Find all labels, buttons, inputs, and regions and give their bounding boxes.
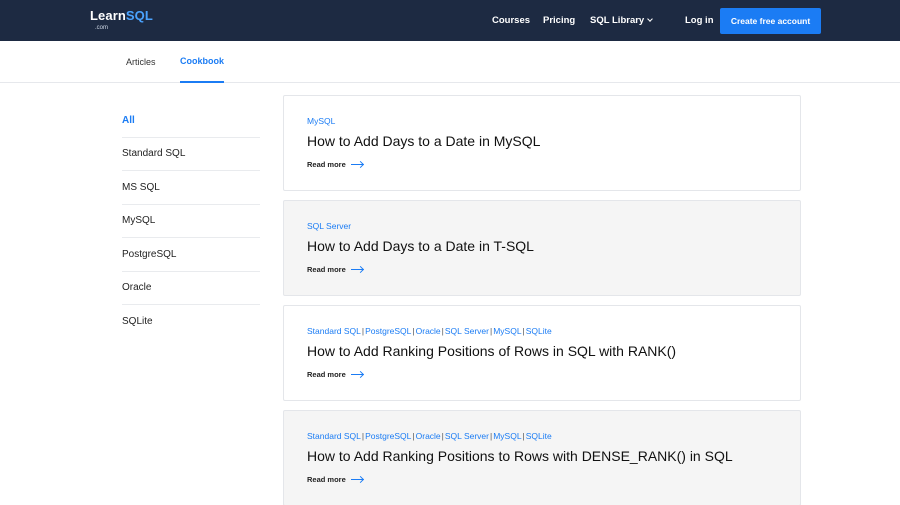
- card-title[interactable]: How to Add Days to a Date in T-SQL: [307, 238, 534, 254]
- nav-sql-library-label: SQL Library: [590, 15, 645, 26]
- read-more-label: Read more: [307, 160, 346, 169]
- cookbook-card[interactable]: Standard SQL|PostgreSQL|Oracle|SQL Serve…: [283, 410, 801, 505]
- card-title[interactable]: How to Add Days to a Date in MySQL: [307, 133, 540, 149]
- sidebar-item-postgresql[interactable]: PostgreSQL: [122, 238, 260, 272]
- read-more-label: Read more: [307, 265, 346, 274]
- nav-pricing-link[interactable]: Pricing: [543, 15, 575, 26]
- tag-link[interactable]: PostgreSQL: [365, 431, 411, 441]
- sidebar-item-standard-sql[interactable]: Standard SQL: [122, 138, 260, 171]
- card-title[interactable]: How to Add Ranking Positions of Rows in …: [307, 343, 676, 359]
- tag-link[interactable]: Standard SQL: [307, 326, 361, 336]
- logo-text: Learn: [90, 8, 126, 23]
- card-tags: Standard SQL|PostgreSQL|Oracle|SQL Serve…: [307, 326, 552, 336]
- tag-link[interactable]: Oracle: [416, 326, 441, 336]
- read-more-link[interactable]: Read more: [307, 265, 364, 274]
- read-more-label: Read more: [307, 475, 346, 484]
- tag-link[interactable]: Standard SQL: [307, 431, 361, 441]
- tab-cookbook[interactable]: Cookbook: [180, 41, 224, 83]
- cookbook-card[interactable]: SQL Server How to Add Days to a Date in …: [283, 200, 801, 296]
- nav-courses-link[interactable]: Courses: [492, 15, 530, 26]
- logo-subtext: .com: [95, 25, 109, 31]
- sidebar-item-mysql[interactable]: MySQL: [122, 205, 260, 238]
- tag-link[interactable]: SQLite: [526, 326, 552, 336]
- tag-link[interactable]: MySQL: [493, 326, 521, 336]
- chevron-down-icon: [647, 15, 654, 22]
- read-more-label: Read more: [307, 370, 346, 379]
- content-tabs: Articles Cookbook: [0, 41, 900, 83]
- arrow-right-icon: [350, 372, 364, 378]
- sidebar-item-sqlite[interactable]: SQLite: [122, 305, 260, 339]
- arrow-right-icon: [350, 267, 364, 273]
- login-link[interactable]: Log in: [685, 15, 714, 26]
- tag-link[interactable]: MySQL: [493, 431, 521, 441]
- tag-link[interactable]: MySQL: [307, 116, 335, 126]
- read-more-link[interactable]: Read more: [307, 475, 364, 484]
- cookbook-card[interactable]: MySQL How to Add Days to a Date in MySQL…: [283, 95, 801, 191]
- tag-link[interactable]: Oracle: [416, 431, 441, 441]
- sidebar-item-all[interactable]: All: [122, 104, 260, 138]
- tag-link[interactable]: SQL Server: [445, 431, 489, 441]
- tag-link[interactable]: PostgreSQL: [365, 326, 411, 336]
- arrow-right-icon: [350, 162, 364, 168]
- card-tags: Standard SQL|PostgreSQL|Oracle|SQL Serve…: [307, 431, 552, 441]
- sidebar-item-ms-sql[interactable]: MS SQL: [122, 171, 260, 205]
- read-more-link[interactable]: Read more: [307, 370, 364, 379]
- create-free-account-button[interactable]: Create free account: [720, 8, 821, 34]
- card-tags: MySQL: [307, 116, 335, 126]
- tag-link[interactable]: SQL Server: [445, 326, 489, 336]
- cookbook-card[interactable]: Standard SQL|PostgreSQL|Oracle|SQL Serve…: [283, 305, 801, 401]
- logo-accent-text: SQL: [125, 8, 153, 23]
- top-navbar: LearnSQL .com Courses Pricing SQL Librar…: [0, 0, 900, 41]
- sidebar-item-oracle[interactable]: Oracle: [122, 272, 260, 305]
- learnsql-logo[interactable]: LearnSQL .com: [90, 8, 153, 31]
- tab-articles[interactable]: Articles: [126, 41, 156, 83]
- arrow-right-icon: [350, 477, 364, 483]
- read-more-link[interactable]: Read more: [307, 160, 364, 169]
- tag-link[interactable]: SQLite: [526, 431, 552, 441]
- card-title[interactable]: How to Add Ranking Positions to Rows wit…: [307, 448, 733, 464]
- dialect-filter-sidebar: All Standard SQL MS SQL MySQL PostgreSQL…: [122, 104, 260, 339]
- nav-sql-library-dropdown[interactable]: SQL Library: [590, 0, 654, 41]
- card-tags: SQL Server: [307, 221, 351, 231]
- tag-link[interactable]: SQL Server: [307, 221, 351, 231]
